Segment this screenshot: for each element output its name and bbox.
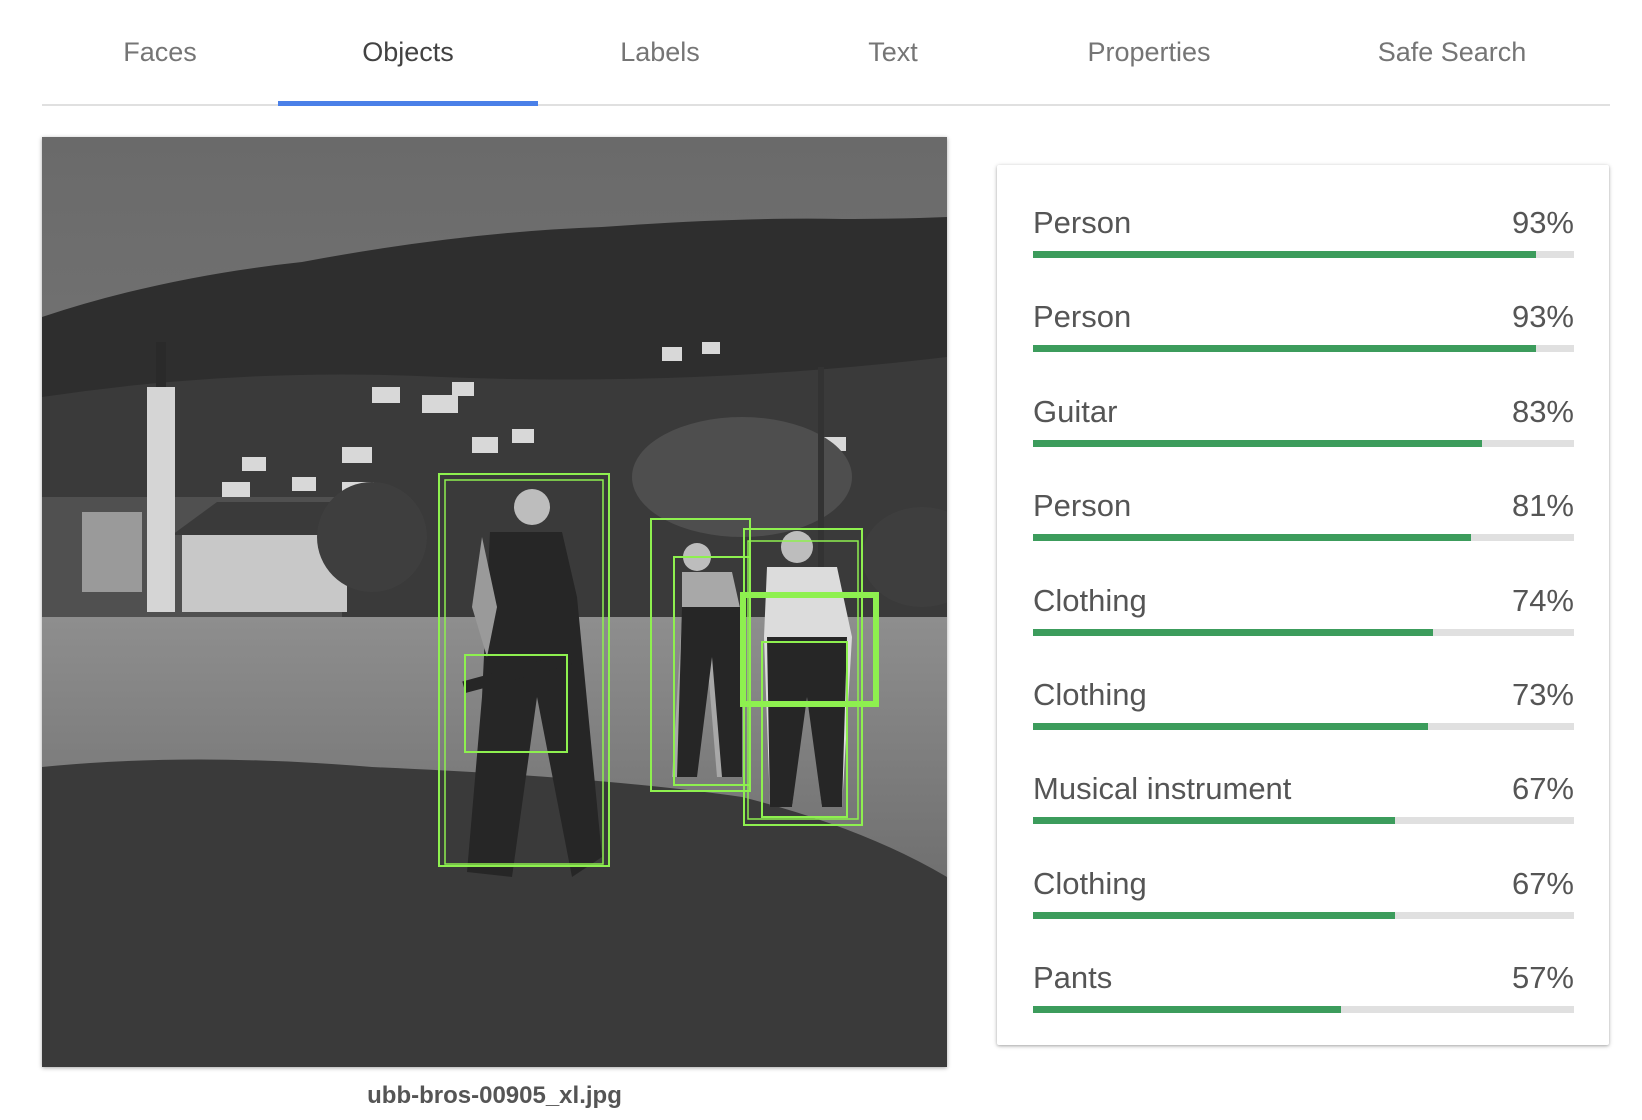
objects-list: Person 93% Person 93% Guitar 83% Person 81% Clot… [1033,203,1574,1053]
object-label: Person [1033,488,1132,524]
confidence-bar-track [1033,439,1574,447]
confidence-bar-track [1033,911,1574,919]
object-result-row[interactable]: Person 93% [1033,203,1574,297]
object-confidence: 67% [1511,865,1574,901]
confidence-bar-fill [1033,251,1537,258]
object-result-row[interactable]: Pants 57% [1033,958,1574,1052]
object-label: Guitar [1033,393,1118,429]
monument [147,387,175,612]
object-confidence: 81% [1511,488,1574,524]
confidence-bar-fill [1033,1006,1342,1014]
object-label: Clothing [1033,676,1147,712]
object-result-row[interactable]: Clothing 74% [1033,581,1574,675]
objects-results-card: Person 93% Person 93% Guitar 83% Person 81% Clot… [997,165,1609,1045]
object-label: Clothing [1033,582,1147,618]
object-confidence: 74% [1511,582,1574,618]
object-confidence: 57% [1511,960,1574,996]
object-result-row[interactable]: Clothing 67% [1033,864,1574,958]
confidence-bar-track [1033,1006,1574,1014]
confidence-bar-fill [1033,628,1434,636]
confidence-bar-fill [1033,911,1396,919]
tab-faces[interactable]: Faces [42,0,278,104]
object-confidence: 93% [1511,205,1574,240]
tab-labels[interactable]: Labels [538,0,782,104]
image-filename: ubb-bros-00905_xl.jpg [367,1082,622,1109]
confidence-bar-fill [1033,345,1537,353]
photo-canvas [42,137,947,1067]
analyzed-photo [42,137,947,1067]
confidence-bar-track [1033,722,1574,730]
object-result-row[interactable]: Person 81% [1033,486,1574,580]
object-confidence: 73% [1511,676,1574,712]
confidence-bar-fill [1033,439,1483,447]
confidence-bar-track [1033,251,1574,258]
confidence-bar-track [1033,628,1574,636]
tab-safe-search[interactable]: Safe Search [1294,0,1610,104]
object-result-row[interactable]: Clothing 73% [1033,675,1574,769]
object-label: Clothing [1033,865,1147,901]
object-result-row[interactable]: Person 93% [1033,297,1574,391]
tab-text[interactable]: Text [782,0,1004,104]
tab-bar: Faces Objects Labels Text Properties Saf… [42,0,1610,106]
confidence-bar-track [1033,534,1574,542]
object-confidence: 83% [1511,393,1574,429]
object-confidence: 93% [1511,299,1574,335]
object-label: Person [1033,205,1132,240]
confidence-bar-fill [1033,722,1428,730]
confidence-bar-fill [1033,534,1472,542]
object-confidence: 67% [1511,771,1574,807]
object-label: Person [1033,299,1132,335]
object-label: Musical instrument [1033,771,1292,807]
tab-objects[interactable]: Objects [278,0,538,106]
object-result-row[interactable]: Musical instrument 67% [1033,769,1574,863]
confidence-bar-track [1033,817,1574,825]
object-label: Pants [1033,960,1113,996]
confidence-bar-fill [1033,817,1396,825]
confidence-bar-track [1033,345,1574,353]
object-result-row[interactable]: Guitar 83% [1033,392,1574,486]
tab-properties[interactable]: Properties [1004,0,1294,104]
